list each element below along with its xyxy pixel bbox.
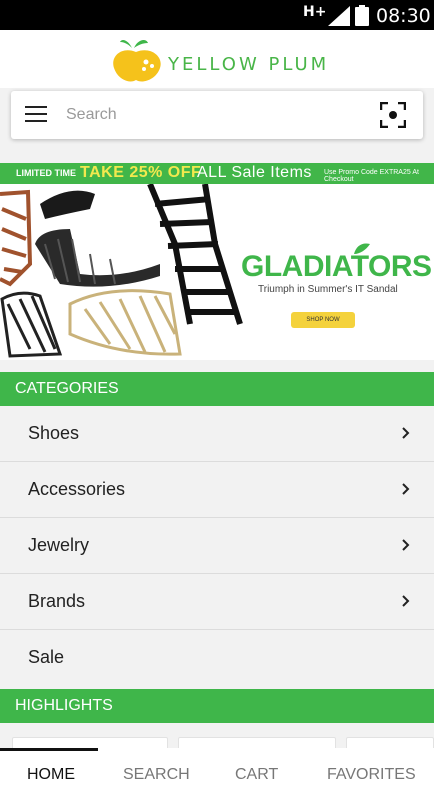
category-label: Brands (28, 591, 86, 611)
bottom-nav: HOME SEARCH CART FAVORITES (0, 748, 434, 800)
brand-name: YELLOW PLUM (168, 54, 330, 75)
nav-cart[interactable]: CART (235, 766, 278, 784)
app-header: YELLOW PLUM (0, 30, 434, 88)
hero-banner[interactable]: GLADIATORS Triumph in Summer's IT Sandal… (0, 184, 434, 360)
nav-home[interactable]: HOME (27, 766, 75, 784)
category-brands[interactable]: Brands (0, 574, 434, 630)
category-label: Jewelry (28, 535, 90, 555)
highlights-carousel[interactable] (0, 724, 434, 757)
category-label: Accessories (28, 479, 126, 499)
category-jewelry[interactable]: Jewelry (0, 518, 434, 574)
search-input[interactable] (66, 101, 366, 129)
promo-strip[interactable]: LIMITED TIME TAKE 25% OFF ALL Sale Items… (0, 163, 434, 184)
shop-now-button[interactable]: SHOP NOW (291, 312, 355, 328)
categories-heading: CATEGORIES (0, 372, 434, 406)
chevron-right-icon (402, 483, 410, 495)
promo-discount: TAKE 25% OFF (80, 164, 202, 181)
search-bar (11, 91, 423, 139)
category-label: Shoes (28, 423, 80, 443)
promo-sale-label: ALL Sale Items (197, 164, 312, 181)
network-type: H+ (303, 4, 327, 20)
categories-list: Shoes Accessories Jewelry Brands Sale (0, 406, 434, 686)
chevron-right-icon (402, 539, 410, 551)
status-bar: H+ 08:30 (0, 0, 434, 30)
category-label: Sale (28, 647, 65, 667)
category-sale[interactable]: Sale (0, 630, 434, 686)
promo-limited-label: LIMITED TIME (16, 168, 76, 178)
chevron-right-icon (402, 595, 410, 607)
category-accessories[interactable]: Accessories (0, 462, 434, 518)
highlights-heading: HIGHLIGHTS (0, 689, 434, 723)
banner-title: GLADIATORS (241, 250, 432, 283)
banner-subtitle: Triumph in Summer's IT Sandal (258, 284, 398, 295)
promo-code-text: Use Promo Code EXTRA25 At Checkout (324, 169, 419, 183)
signal-icon (328, 6, 350, 26)
menu-icon[interactable] (25, 106, 47, 124)
scan-icon[interactable] (380, 102, 406, 128)
active-tab-indicator (0, 748, 98, 751)
plum-logo-icon (113, 40, 161, 82)
clock: 08:30 (376, 5, 431, 27)
category-shoes[interactable]: Shoes (0, 406, 434, 462)
battery-icon (355, 5, 369, 26)
nav-favorites[interactable]: FAVORITES (327, 766, 416, 784)
sandals-image (0, 184, 243, 358)
chevron-right-icon (402, 427, 410, 439)
nav-search[interactable]: SEARCH (123, 766, 190, 784)
